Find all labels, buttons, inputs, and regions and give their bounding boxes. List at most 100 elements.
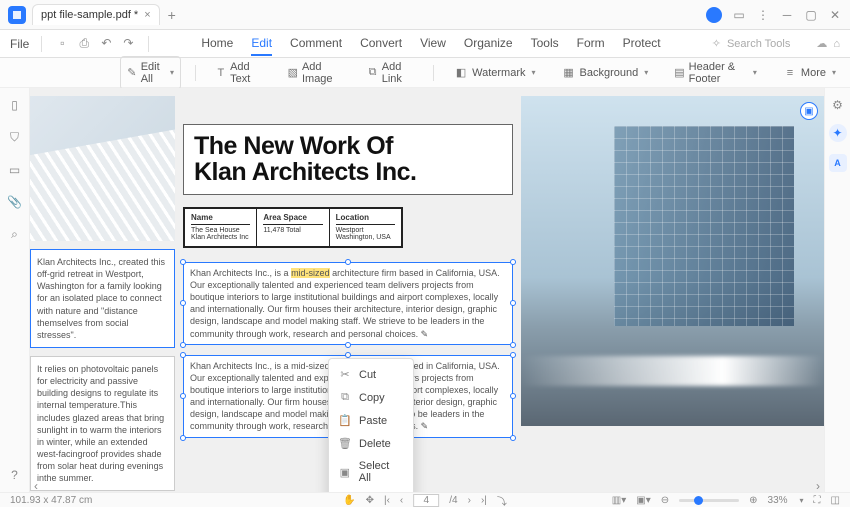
context-menu: ✂Cut ⧉Copy 📋Paste 🗑Delete ▣Select All ⚙P… bbox=[328, 358, 414, 492]
zoom-out-icon[interactable]: ⊖ bbox=[661, 495, 669, 506]
tab-organize[interactable]: Organize bbox=[464, 32, 513, 56]
fullscreen-icon[interactable]: ⛶ bbox=[814, 495, 821, 506]
tab-title: ppt file-sample.pdf * bbox=[41, 9, 138, 21]
thumbnails-icon[interactable]: ▯ bbox=[11, 98, 18, 112]
image-action-icon[interactable]: ▣ bbox=[800, 102, 818, 120]
zoom-value[interactable]: 33% bbox=[768, 495, 788, 506]
horizontal-scrollbar[interactable]: ‹ › bbox=[30, 480, 824, 492]
chevron-down-icon: ▾ bbox=[832, 68, 836, 77]
select-icon[interactable]: ✥ bbox=[366, 495, 374, 506]
next-page-icon[interactable]: › bbox=[468, 495, 471, 506]
comments-icon[interactable]: ▭ bbox=[9, 163, 20, 177]
document-canvas[interactable]: Klan Architects Inc., created this off-g… bbox=[30, 88, 824, 492]
fit-icon[interactable]: ▣▾ bbox=[636, 495, 650, 506]
maximize-icon[interactable]: ▢ bbox=[804, 8, 818, 22]
search-tools-input[interactable]: Search Tools bbox=[727, 38, 790, 50]
search-icon[interactable]: ⌕ bbox=[11, 227, 18, 242]
tab-comment[interactable]: Comment bbox=[290, 32, 342, 56]
add-text-button[interactable]: TAdd Text bbox=[210, 57, 268, 89]
page-input[interactable]: 4 bbox=[413, 494, 439, 507]
ctx-paste[interactable]: 📋Paste bbox=[329, 409, 413, 432]
paste-icon: 📋 bbox=[339, 414, 351, 427]
prev-page-icon[interactable]: ‹ bbox=[400, 495, 403, 506]
file-menu[interactable]: File bbox=[10, 37, 29, 51]
page-total: /4 bbox=[449, 495, 457, 506]
view-mode-icon[interactable]: ▥▾ bbox=[612, 495, 626, 506]
jump-icon[interactable]: ⤵ bbox=[497, 493, 507, 508]
ai-icon[interactable]: ✦ bbox=[829, 124, 847, 142]
pencil-icon: ✎ bbox=[127, 66, 137, 80]
close-window-icon[interactable]: ✕ bbox=[828, 8, 842, 22]
kebab-icon[interactable]: ⋮ bbox=[756, 8, 770, 22]
cut-icon: ✂ bbox=[339, 368, 351, 381]
bookmark-icon[interactable]: ⛉ bbox=[10, 130, 19, 145]
select-all-icon: ▣ bbox=[339, 466, 351, 479]
add-link-button[interactable]: ⧉Add Link bbox=[361, 57, 419, 89]
delete-icon: 🗑 bbox=[339, 437, 351, 450]
tab-view[interactable]: View bbox=[420, 32, 446, 56]
redo-icon[interactable]: ↷ bbox=[120, 36, 136, 51]
text-icon: T bbox=[216, 66, 226, 80]
user-avatar-icon[interactable] bbox=[706, 7, 722, 23]
panel-settings-icon[interactable]: ⚙ bbox=[832, 98, 843, 112]
watermark-button[interactable]: ◧Watermark▾ bbox=[448, 62, 541, 84]
read-mode-icon[interactable]: ◫ bbox=[831, 495, 840, 506]
document-tab[interactable]: ppt file-sample.pdf * × bbox=[32, 4, 160, 25]
zoom-slider[interactable] bbox=[679, 499, 739, 502]
ctx-properties[interactable]: ⚙Properties bbox=[329, 489, 413, 492]
close-tab-icon[interactable]: × bbox=[144, 9, 150, 21]
image-right: ▣ bbox=[521, 96, 824, 426]
app-icon bbox=[8, 6, 26, 24]
image-left bbox=[30, 96, 175, 241]
help-icon[interactable]: ? bbox=[11, 468, 18, 482]
selected-text-frame-1[interactable]: Khan Architects Inc., is a mid-sized arc… bbox=[183, 262, 513, 345]
cloud-icon[interactable]: ☁ bbox=[816, 37, 827, 50]
more-icon: ≡ bbox=[783, 66, 797, 80]
highlighted-text: mid-sized bbox=[291, 268, 330, 278]
chat-icon[interactable]: ▭ bbox=[732, 8, 746, 22]
tab-home[interactable]: Home bbox=[201, 32, 233, 56]
tab-form[interactable]: Form bbox=[577, 32, 605, 56]
tab-convert[interactable]: Convert bbox=[360, 32, 402, 56]
misspelled-link[interactable]: strieve bbox=[379, 316, 406, 326]
watermark-icon: ◧ bbox=[454, 66, 468, 80]
scroll-right-icon[interactable]: › bbox=[816, 479, 820, 492]
header-icon: ▤ bbox=[674, 66, 684, 80]
ctx-select-all[interactable]: ▣Select All bbox=[329, 455, 413, 489]
background-button[interactable]: ▦Background▾ bbox=[556, 62, 655, 84]
chevron-down-icon: ▾ bbox=[532, 68, 536, 77]
new-tab-button[interactable]: + bbox=[168, 7, 176, 23]
zoom-thumb[interactable] bbox=[694, 496, 703, 505]
edit-all-button[interactable]: ✎Edit All▾ bbox=[120, 56, 181, 90]
more-button[interactable]: ≡More▾ bbox=[777, 62, 842, 84]
header-footer-button[interactable]: ▤Header & Footer▾ bbox=[668, 57, 763, 89]
print-icon[interactable]: ⎙ bbox=[76, 36, 92, 51]
ctx-copy[interactable]: ⧉Copy bbox=[329, 386, 413, 409]
headline-box[interactable]: The New Work Of Klan Architects Inc. bbox=[183, 124, 513, 195]
ctx-cut[interactable]: ✂Cut bbox=[329, 363, 413, 386]
tab-tools[interactable]: Tools bbox=[531, 32, 559, 56]
undo-icon[interactable]: ↶ bbox=[98, 36, 114, 51]
status-dimensions: 101.93 x 47.87 cm bbox=[10, 495, 92, 506]
chevron-down-icon: ▾ bbox=[170, 68, 174, 77]
tab-protect[interactable]: Protect bbox=[623, 32, 661, 56]
left-textbox-1[interactable]: Klan Architects Inc., created this off-g… bbox=[30, 249, 175, 348]
headline-1: The New Work Of bbox=[194, 133, 502, 159]
zoom-in-icon[interactable]: ⊕ bbox=[749, 495, 757, 506]
ctx-delete[interactable]: 🗑Delete bbox=[329, 432, 413, 455]
left-textbox-2[interactable]: It relies on photovoltaic panels for ele… bbox=[30, 356, 175, 491]
scroll-left-icon[interactable]: ‹ bbox=[34, 479, 38, 492]
last-page-icon[interactable]: ›| bbox=[481, 495, 487, 506]
first-page-icon[interactable]: |‹ bbox=[384, 495, 390, 506]
wand-icon[interactable]: ✧ bbox=[712, 37, 721, 50]
attachments-icon[interactable]: 📎 bbox=[7, 195, 22, 209]
hand-icon[interactable]: ✋ bbox=[343, 495, 355, 506]
minimize-icon[interactable]: ─ bbox=[780, 8, 794, 22]
assist-icon[interactable]: A bbox=[829, 154, 847, 172]
info-table[interactable]: NameThe Sea House Klan Architects Inc Ar… bbox=[183, 207, 403, 248]
chevron-down-icon: ▾ bbox=[753, 68, 757, 77]
home-icon[interactable]: ⌂ bbox=[833, 38, 840, 50]
tab-edit[interactable]: Edit bbox=[251, 32, 272, 56]
save-icon[interactable]: ▫ bbox=[54, 36, 70, 51]
add-image-button[interactable]: ▧Add Image bbox=[282, 57, 348, 89]
